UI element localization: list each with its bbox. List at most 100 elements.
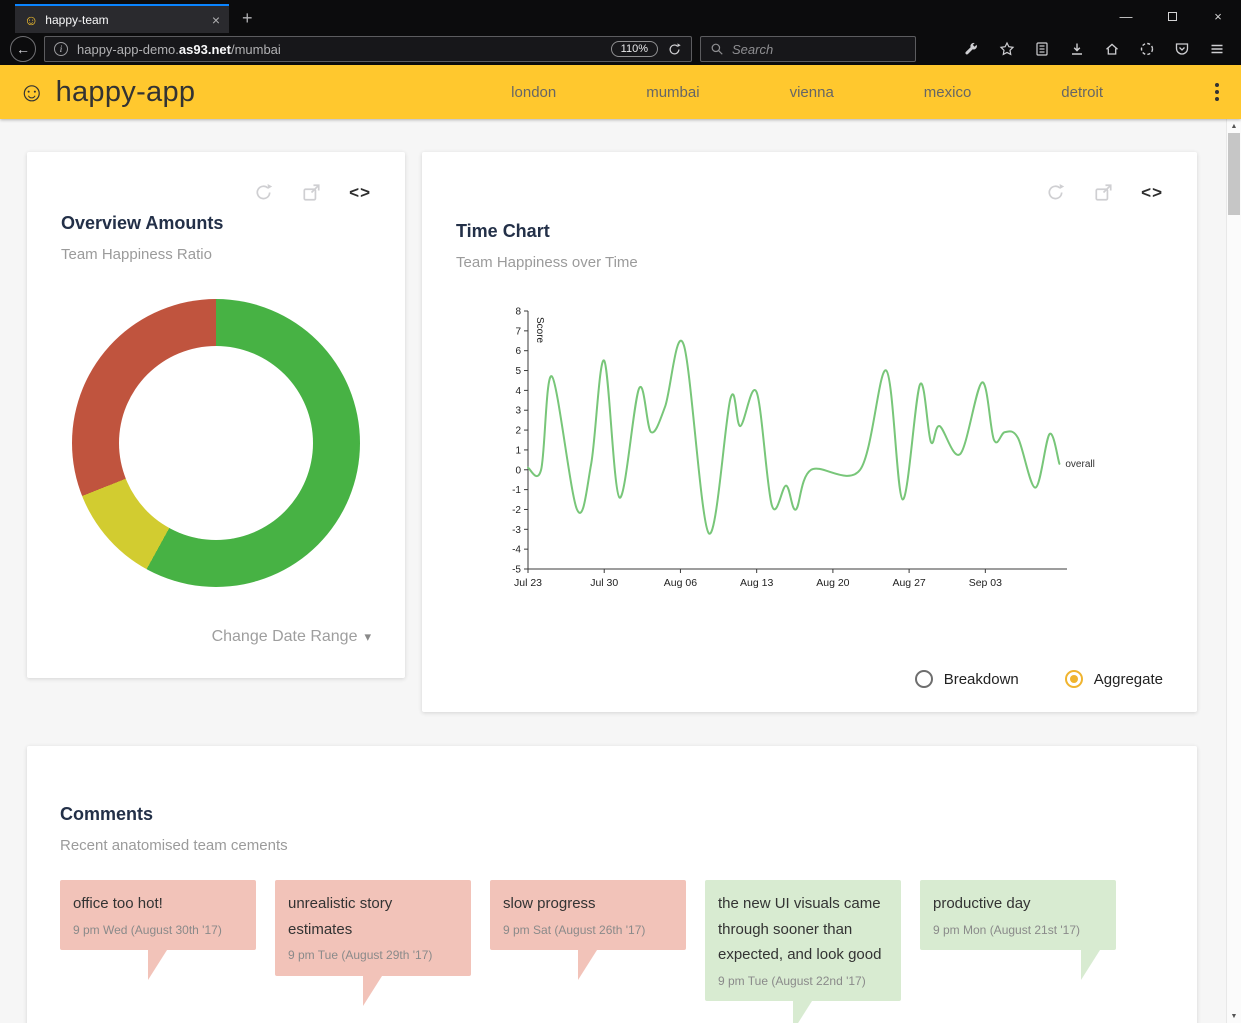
- browser-window: ☺ happy-team × + — × ← i happy-app-demo.…: [0, 0, 1241, 1023]
- comment-text: productive day: [933, 891, 1103, 917]
- comment-bubble: unrealistic story estimates 9 pm Tue (Au…: [275, 880, 471, 976]
- nav-item-vienna[interactable]: vienna: [790, 84, 834, 101]
- comment-bubble: office too hot! 9 pm Wed (August 30th '1…: [60, 880, 256, 950]
- overflow-menu-icon[interactable]: [1215, 83, 1219, 101]
- open-external-icon[interactable]: [301, 182, 322, 203]
- radio-label: Aggregate: [1094, 671, 1163, 688]
- svg-text:4: 4: [515, 386, 521, 397]
- tab-favicon-icon: ☺: [24, 13, 38, 27]
- open-external-icon[interactable]: [1093, 182, 1114, 203]
- comment-text: slow progress: [503, 891, 673, 917]
- comment-text: the new UI visuals came through sooner t…: [718, 891, 888, 968]
- svg-text:6: 6: [515, 346, 521, 357]
- refresh-icon[interactable]: [1045, 182, 1066, 203]
- svg-text:Sep 03: Sep 03: [969, 577, 1002, 589]
- card-subtitle: Team Happiness over Time: [456, 254, 1163, 271]
- menu-icon[interactable]: [1209, 41, 1225, 57]
- comments-card: Comments Recent anatomised team cements …: [27, 746, 1197, 1023]
- svg-text:Aug 06: Aug 06: [664, 577, 697, 589]
- toolbar-icons: [964, 41, 1225, 57]
- svg-text:-3: -3: [512, 525, 521, 536]
- radio-icon: [1065, 670, 1083, 688]
- url-bar[interactable]: i happy-app-demo.as93.net/mumbai 110%: [44, 36, 692, 62]
- comment-time: 9 pm Mon (August 21st '17): [933, 922, 1103, 939]
- comment-bubble: the new UI visuals came through sooner t…: [705, 880, 901, 1001]
- card-title: Overview Amounts: [61, 213, 371, 234]
- svg-text:Score: Score: [534, 317, 545, 344]
- app-nav: london mumbai vienna mexico detroit: [511, 84, 1103, 101]
- nav-item-london[interactable]: london: [511, 84, 556, 101]
- nav-item-mexico[interactable]: mexico: [924, 84, 972, 101]
- embed-code-icon[interactable]: <>: [1141, 183, 1163, 203]
- window-controls: — ×: [1103, 0, 1241, 33]
- search-bar[interactable]: Search: [700, 36, 916, 62]
- main-content: <> Overview Amounts Team Happiness Ratio…: [0, 119, 1241, 1023]
- svg-text:1: 1: [515, 445, 521, 456]
- screenshots-icon[interactable]: [1139, 41, 1155, 57]
- change-date-range-button[interactable]: Change Date Range▾: [61, 628, 371, 648]
- window-close-button[interactable]: ×: [1195, 0, 1241, 33]
- comment-time: 9 pm Sat (August 26th '17): [503, 922, 673, 939]
- back-icon: ←: [16, 41, 30, 57]
- card-title: Comments: [60, 804, 1164, 825]
- nav-item-mumbai[interactable]: mumbai: [646, 84, 699, 101]
- browser-navbar: ← i happy-app-demo.as93.net/mumbai 110% …: [0, 33, 1241, 65]
- svg-text:-5: -5: [512, 565, 521, 576]
- reload-icon[interactable]: [667, 42, 682, 57]
- comment-bubble: slow progress 9 pm Sat (August 26th '17): [490, 880, 686, 950]
- download-icon[interactable]: [1069, 41, 1085, 57]
- svg-text:3: 3: [515, 406, 521, 417]
- library-icon[interactable]: [1034, 41, 1050, 57]
- svg-text:Aug 13: Aug 13: [740, 577, 773, 589]
- refresh-icon[interactable]: [253, 182, 274, 203]
- radio-icon: [915, 670, 933, 688]
- comment-list: office too hot! 9 pm Wed (August 30th '1…: [60, 880, 1164, 1001]
- embed-code-icon[interactable]: <>: [349, 183, 371, 203]
- site-info-icon[interactable]: i: [54, 42, 68, 56]
- scroll-up-icon[interactable]: ▲: [1227, 119, 1241, 133]
- comment-bubble: productive day 9 pm Mon (August 21st '17…: [920, 880, 1116, 950]
- app-title: happy-app: [56, 76, 196, 109]
- back-button[interactable]: ←: [10, 36, 36, 62]
- svg-text:-1: -1: [512, 485, 521, 496]
- url-text: happy-app-demo.as93.net/mumbai: [77, 42, 602, 57]
- svg-text:8: 8: [515, 307, 521, 318]
- svg-text:7: 7: [515, 326, 521, 337]
- time-chart: 876543210-1-2-3-4-5Jul 23Jul 30Aug 06Aug…: [492, 297, 1163, 597]
- new-tab-button[interactable]: +: [229, 4, 266, 33]
- tab-title: happy-team: [45, 13, 205, 27]
- radio-control[interactable]: Aggregate: [1065, 670, 1163, 688]
- zoom-level-badge[interactable]: 110%: [611, 41, 658, 57]
- app-logo-icon: ☺: [18, 79, 46, 106]
- bookmark-star-icon[interactable]: [999, 41, 1015, 57]
- home-icon[interactable]: [1104, 41, 1120, 57]
- change-date-range-label: Change Date Range: [212, 628, 358, 645]
- scrollbar[interactable]: ▲ ▼: [1226, 119, 1241, 1023]
- radio-control[interactable]: Breakdown: [915, 670, 1019, 688]
- card-title: Time Chart: [456, 221, 1163, 242]
- svg-text:Jul 23: Jul 23: [514, 577, 542, 589]
- card-subtitle: Team Happiness Ratio: [61, 246, 371, 263]
- scrollbar-thumb[interactable]: [1228, 133, 1240, 215]
- window-minimize-button[interactable]: —: [1103, 0, 1149, 33]
- maximize-icon: [1168, 12, 1177, 21]
- tab-close-icon[interactable]: ×: [212, 12, 220, 28]
- svg-text:2: 2: [515, 426, 521, 437]
- pocket-icon[interactable]: [1174, 41, 1190, 57]
- svg-text:-4: -4: [512, 545, 521, 556]
- radio-label: Breakdown: [944, 671, 1019, 688]
- browser-tab[interactable]: ☺ happy-team ×: [15, 4, 229, 33]
- window-maximize-button[interactable]: [1149, 0, 1195, 33]
- comment-time: 9 pm Tue (August 22nd '17): [718, 973, 888, 990]
- donut-chart: [72, 299, 360, 587]
- scroll-down-icon[interactable]: ▼: [1227, 1009, 1241, 1023]
- app-header: ☺ happy-app london mumbai vienna mexico …: [0, 65, 1241, 119]
- nav-item-detroit[interactable]: detroit: [1061, 84, 1103, 101]
- comment-time: 9 pm Tue (August 29th '17): [288, 947, 458, 964]
- developer-wrench-icon[interactable]: [964, 41, 980, 57]
- search-icon: [710, 42, 724, 56]
- comment-text: unrealistic story estimates: [288, 891, 458, 942]
- svg-text:Aug 27: Aug 27: [892, 577, 925, 589]
- search-placeholder: Search: [732, 42, 773, 57]
- browser-titlebar: ☺ happy-team × + — ×: [0, 0, 1241, 33]
